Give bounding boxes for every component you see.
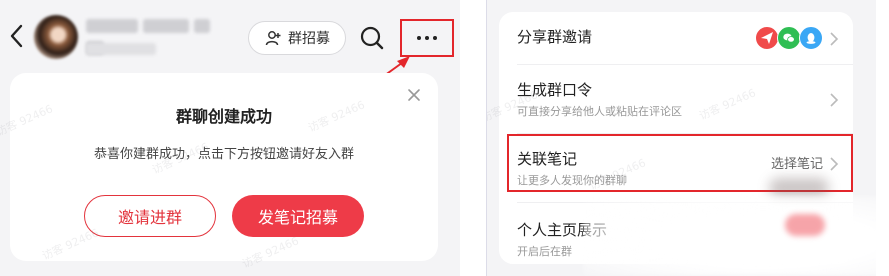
row-subtitle: 开启后在群 <box>517 245 572 258</box>
qq-icon <box>799 26 823 50</box>
recruit-button[interactable]: 群招募 <box>248 21 346 55</box>
blurred-region <box>769 178 829 198</box>
more-dot-icon <box>433 36 437 40</box>
chevron-left-icon <box>10 24 23 48</box>
close-button[interactable] <box>406 87 422 103</box>
post-recruit-note-button[interactable]: 发笔记招募 <box>232 195 364 237</box>
row-title: 分享群邀请 <box>517 28 593 46</box>
back-button[interactable] <box>6 22 28 50</box>
recruit-button-label: 群招募 <box>288 31 330 47</box>
chevron-right-icon <box>829 92 839 107</box>
chevron-right-icon <box>829 31 839 46</box>
group-passphrase-row[interactable]: 生成群口令 可直接分享给他人或粘贴在评论区 <box>499 65 853 133</box>
row-subtitle: 可直接分享给他人或粘贴在评论区 <box>517 105 682 118</box>
more-dot-icon <box>417 36 421 40</box>
group-settings-screen: 分享群邀请 生成群口令 可直接分享给他人或粘贴在评论区 关联笔记 让更多人发现你… <box>486 0 876 276</box>
blurred-region <box>583 196 876 276</box>
dialog-description: 恭喜你建群成功，点击下方按钮邀请好友入群 <box>93 147 354 162</box>
add-person-icon <box>265 31 281 46</box>
top-bar: 群招募 <box>0 0 460 87</box>
dialog-title: 群聊创建成功 <box>175 107 272 126</box>
share-invite-row[interactable]: 分享群邀请 <box>499 12 853 64</box>
toggle-switch[interactable] <box>785 214 825 236</box>
invite-to-group-button[interactable]: 邀请进群 <box>84 195 216 237</box>
group-avatar[interactable] <box>34 15 78 59</box>
search-icon <box>360 26 384 50</box>
search-button[interactable] <box>358 24 386 52</box>
group-chat-screen: 群招募 群聊创建成功 恭喜你建群成功，点击下方按钮邀请好友入群 邀请进群 发笔记… <box>0 0 460 276</box>
share-icons <box>755 26 823 50</box>
close-icon <box>408 89 420 101</box>
more-dot-icon <box>425 36 429 40</box>
wechat-icon <box>777 26 801 50</box>
group-subtitle-blurred <box>86 43 156 55</box>
paper-plane-icon <box>755 26 779 50</box>
group-name-blurred <box>86 15 234 55</box>
